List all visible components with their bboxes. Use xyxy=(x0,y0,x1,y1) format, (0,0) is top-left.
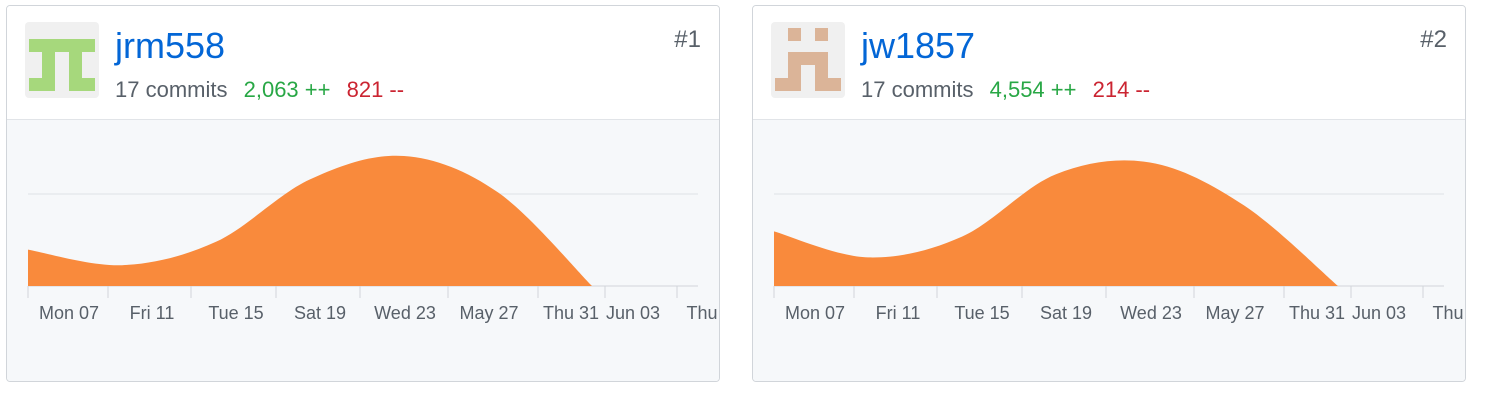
commit-activity-chart: Mon 07 Fri 11 Tue 15 Sat 19 Wed 23 May 27 Thu … xyxy=(773,160,1464,323)
x-tick-label: Tue 15 xyxy=(208,303,263,323)
avatar-identicon-icon xyxy=(29,39,95,91)
commit-count: 17 commits xyxy=(861,77,974,102)
avatar-identicon-icon xyxy=(775,28,841,91)
avatar[interactable] xyxy=(771,22,845,98)
rank-label: #2 xyxy=(1420,26,1447,53)
x-tick-label: Fri 11 xyxy=(876,303,921,323)
chart-area: Mon 07 Fri 11 Tue 15 Sat 19 Wed 23 May 27 Thu … xyxy=(7,119,719,381)
contributor-card: jrm558 17 commits 2,063 ++ 821 -- #1 Mon… xyxy=(6,5,720,382)
chart-area: Mon 07 Fri 11 Tue 15 Sat 19 Wed 23 May 27 Thu … xyxy=(753,119,1465,381)
contributor-name-link[interactable]: jw1857 xyxy=(861,24,975,68)
contributor-stats: 17 commits 2,063 ++ 821 -- xyxy=(115,76,404,104)
card-header: jw1857 17 commits 4,554 ++ 214 -- #2 xyxy=(753,6,1465,119)
rank-label: #1 xyxy=(674,26,701,53)
x-tick-label: Wed 23 xyxy=(374,303,436,323)
x-tick-label: Thu 31 xyxy=(1289,303,1345,323)
x-tick-label: Tue 15 xyxy=(954,303,1009,323)
x-tick-label: Mon 07 xyxy=(785,303,845,323)
avatar[interactable] xyxy=(25,22,99,98)
contributor-stats: 17 commits 4,554 ++ 214 -- xyxy=(861,76,1150,104)
contributor-card: jw1857 17 commits 4,554 ++ 214 -- #2 Mon… xyxy=(752,5,1466,382)
x-tick-label: Wed 23 xyxy=(1120,303,1182,323)
x-tick-label: Thu xyxy=(686,303,717,323)
x-tick-label: Fri 11 xyxy=(130,303,175,323)
additions-count: 4,554 ++ xyxy=(989,77,1077,102)
deletions-count: 214 -- xyxy=(1092,77,1151,102)
commit-area-series xyxy=(774,160,1338,286)
x-tick-label: Mon 07 xyxy=(39,303,99,323)
x-tick-label: Sat 19 xyxy=(294,303,346,323)
x-tick-label: Sat 19 xyxy=(1040,303,1092,323)
x-tick-label: May 27 xyxy=(459,303,518,323)
card-header: jrm558 17 commits 2,063 ++ 821 -- #1 xyxy=(7,6,719,119)
commit-count: 17 commits xyxy=(115,77,228,102)
x-tick-label: Thu xyxy=(1432,303,1463,323)
x-tick-label: Jun 03 xyxy=(1352,303,1406,323)
contributor-name-link[interactable]: jrm558 xyxy=(115,24,225,68)
commit-area-series xyxy=(28,155,592,286)
additions-count: 2,063 ++ xyxy=(243,77,331,102)
x-tick-label: Thu 31 xyxy=(543,303,599,323)
x-tick-label: Jun 03 xyxy=(606,303,660,323)
x-tick-label: May 27 xyxy=(1205,303,1264,323)
commit-activity-chart: Mon 07 Fri 11 Tue 15 Sat 19 Wed 23 May 27 Thu … xyxy=(27,155,718,323)
deletions-count: 821 -- xyxy=(346,77,405,102)
